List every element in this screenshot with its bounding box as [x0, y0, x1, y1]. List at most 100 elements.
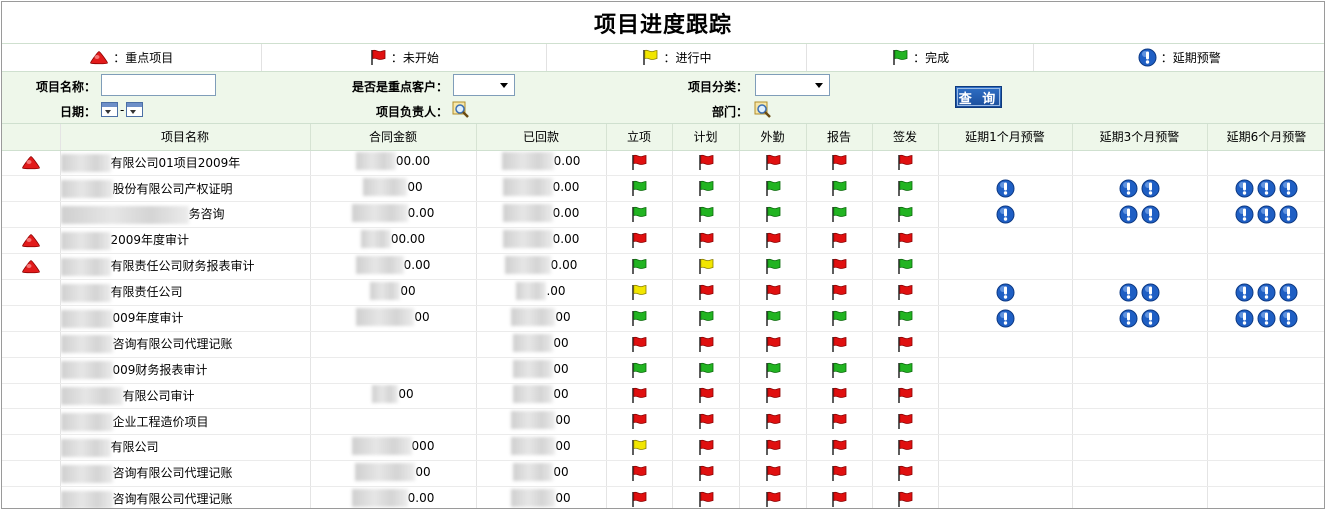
stage-approval-cell[interactable]: [606, 434, 673, 462]
stage-report-cell[interactable]: [806, 227, 873, 255]
project-name-cell[interactable]: 企业工程造价项目: [60, 408, 311, 436]
table-row[interactable]: 有限责任公司 00 .00: [2, 279, 1324, 306]
stage-issue-cell[interactable]: [872, 305, 939, 332]
column-header[interactable]: [2, 124, 61, 151]
project-name-cell[interactable]: 2009年度审计: [60, 227, 311, 255]
stage-fieldwork-cell[interactable]: [739, 408, 807, 436]
project-name-cell[interactable]: 有限责任公司财务报表审计: [60, 253, 311, 280]
stage-plan-cell[interactable]: [672, 408, 740, 436]
stage-plan-cell[interactable]: [672, 279, 740, 306]
stage-plan-cell[interactable]: [672, 434, 740, 462]
stage-plan-cell[interactable]: [672, 305, 740, 332]
query-button[interactable]: 查 询: [955, 86, 1002, 108]
stage-issue-cell[interactable]: [872, 201, 939, 229]
stage-plan-cell[interactable]: [672, 383, 740, 410]
stage-fieldwork-cell[interactable]: [739, 486, 807, 508]
stage-report-cell[interactable]: [806, 383, 873, 410]
table-row[interactable]: 009财务报表审计 00: [2, 357, 1324, 384]
table-row[interactable]: 009年度审计 00 00: [2, 305, 1324, 332]
table-row[interactable]: 有限公司审计 00 00: [2, 383, 1324, 410]
project-name-cell[interactable]: 有限公司01项目2009年: [60, 150, 311, 177]
stage-issue-cell[interactable]: [872, 331, 939, 358]
key-client-select[interactable]: [453, 74, 515, 96]
stage-approval-cell[interactable]: [606, 408, 673, 436]
table-row[interactable]: 咨询有限公司代理记账 00: [2, 331, 1324, 358]
project-name-cell[interactable]: 有限公司审计: [60, 383, 311, 410]
stage-plan-cell[interactable]: [672, 253, 740, 280]
stage-approval-cell[interactable]: [606, 279, 673, 306]
column-header[interactable]: 延期3个月预警: [1072, 124, 1208, 151]
stage-report-cell[interactable]: [806, 460, 873, 488]
stage-issue-cell[interactable]: [872, 150, 939, 177]
table-row[interactable]: 有限公司01项目2009年 00.00 0.00: [2, 150, 1324, 177]
stage-report-cell[interactable]: [806, 408, 873, 436]
project-name-cell[interactable]: 有限责任公司: [60, 279, 311, 306]
stage-fieldwork-cell[interactable]: [739, 383, 807, 410]
stage-report-cell[interactable]: [806, 305, 873, 332]
stage-approval-cell[interactable]: [606, 383, 673, 410]
column-header[interactable]: 立项: [606, 124, 673, 151]
stage-approval-cell[interactable]: [606, 150, 673, 177]
stage-plan-cell[interactable]: [672, 460, 740, 488]
project-name-cell[interactable]: 有限公司: [60, 434, 311, 462]
stage-fieldwork-cell[interactable]: [739, 305, 807, 332]
stage-approval-cell[interactable]: [606, 253, 673, 280]
stage-issue-cell[interactable]: [872, 383, 939, 410]
stage-approval-cell[interactable]: [606, 305, 673, 332]
dept-lookup-magnifier-icon[interactable]: [754, 101, 772, 119]
project-name-cell[interactable]: 务咨询: [60, 201, 311, 229]
stage-approval-cell[interactable]: [606, 227, 673, 255]
table-row[interactable]: 咨询有限公司代理记账 0.00 00: [2, 486, 1324, 508]
stage-approval-cell[interactable]: [606, 201, 673, 229]
stage-issue-cell[interactable]: [872, 227, 939, 255]
stage-plan-cell[interactable]: [672, 486, 740, 508]
stage-plan-cell[interactable]: [672, 357, 740, 384]
column-header[interactable]: 签发: [872, 124, 939, 151]
table-row[interactable]: 2009年度审计 00.00 0.00: [2, 227, 1324, 255]
stage-report-cell[interactable]: [806, 434, 873, 462]
table-row[interactable]: 股份有限公司产权证明 00 0.00: [2, 175, 1324, 203]
stage-fieldwork-cell[interactable]: [739, 175, 807, 203]
stage-approval-cell[interactable]: [606, 357, 673, 384]
stage-issue-cell[interactable]: [872, 253, 939, 280]
stage-issue-cell[interactable]: [872, 434, 939, 462]
stage-report-cell[interactable]: [806, 357, 873, 384]
stage-fieldwork-cell[interactable]: [739, 357, 807, 384]
column-header[interactable]: 延期6个月预警: [1207, 124, 1324, 151]
stage-fieldwork-cell[interactable]: [739, 201, 807, 229]
project-name-cell[interactable]: 009财务报表审计: [60, 357, 311, 384]
stage-issue-cell[interactable]: [872, 460, 939, 488]
stage-approval-cell[interactable]: [606, 175, 673, 203]
project-name-cell[interactable]: 咨询有限公司代理记账: [60, 460, 311, 488]
stage-fieldwork-cell[interactable]: [739, 279, 807, 306]
table-row[interactable]: 咨询有限公司代理记账 00 00: [2, 460, 1324, 488]
stage-plan-cell[interactable]: [672, 201, 740, 229]
stage-approval-cell[interactable]: [606, 460, 673, 488]
stage-issue-cell[interactable]: [872, 408, 939, 436]
stage-issue-cell[interactable]: [872, 175, 939, 203]
stage-plan-cell[interactable]: [672, 175, 740, 203]
calendar-start-icon[interactable]: [101, 102, 118, 117]
stage-fieldwork-cell[interactable]: [739, 150, 807, 177]
table-row[interactable]: 企业工程造价项目 00: [2, 408, 1324, 436]
stage-issue-cell[interactable]: [872, 486, 939, 508]
stage-fieldwork-cell[interactable]: [739, 331, 807, 358]
stage-fieldwork-cell[interactable]: [739, 227, 807, 255]
stage-report-cell[interactable]: [806, 150, 873, 177]
stage-issue-cell[interactable]: [872, 279, 939, 306]
column-header[interactable]: 延期1个月预警: [938, 124, 1073, 151]
project-name-cell[interactable]: 009年度审计: [60, 305, 311, 332]
project-name-cell[interactable]: 咨询有限公司代理记账: [60, 486, 311, 508]
stage-issue-cell[interactable]: [872, 357, 939, 384]
column-header[interactable]: 合同金额: [310, 124, 477, 151]
column-header[interactable]: 已回款: [476, 124, 607, 151]
stage-fieldwork-cell[interactable]: [739, 434, 807, 462]
stage-report-cell[interactable]: [806, 201, 873, 229]
category-select[interactable]: [755, 74, 830, 96]
column-header[interactable]: 报告: [806, 124, 873, 151]
stage-approval-cell[interactable]: [606, 331, 673, 358]
table-row[interactable]: 有限公司 000 00: [2, 434, 1324, 462]
project-name-input[interactable]: [101, 74, 216, 96]
stage-report-cell[interactable]: [806, 486, 873, 508]
table-row[interactable]: 务咨询 0.00 0.00: [2, 201, 1324, 229]
